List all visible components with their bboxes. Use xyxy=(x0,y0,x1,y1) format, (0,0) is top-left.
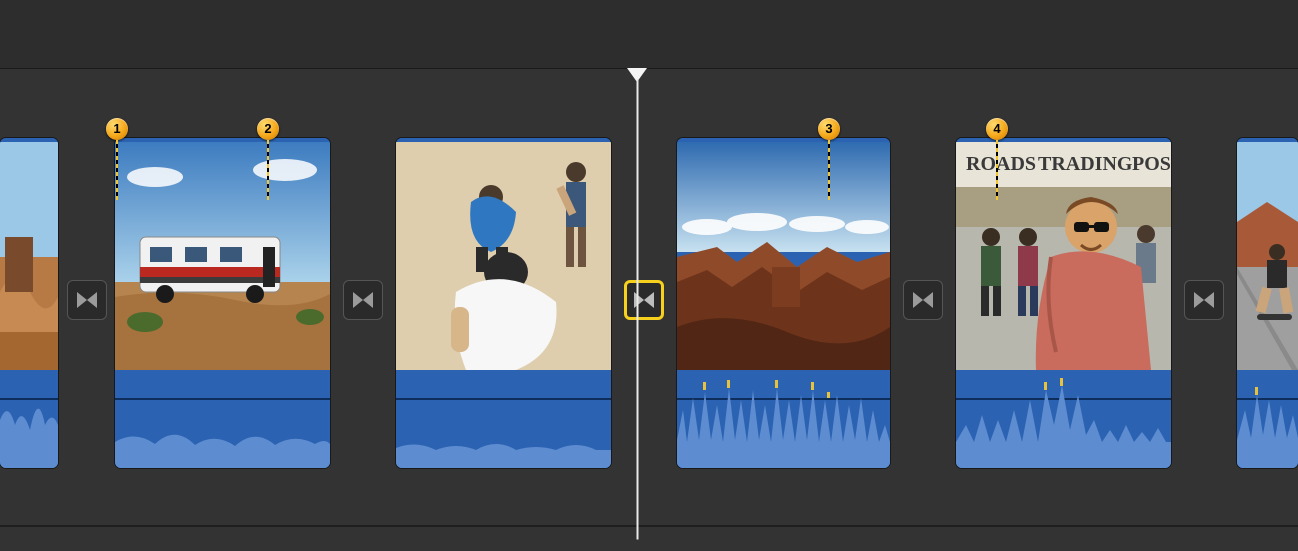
timeline-canvas: ROADS TRADING POST xyxy=(0,0,1298,551)
timeline-clip[interactable] xyxy=(396,138,611,468)
marker-stem xyxy=(116,140,118,200)
clip-audio-waveform[interactable] xyxy=(396,370,611,468)
clip-thumbnail xyxy=(1237,138,1298,370)
crossfade-icon xyxy=(632,288,656,312)
marker-stem xyxy=(267,140,269,200)
clip-thumbnail xyxy=(115,138,330,370)
marker-stem xyxy=(828,140,830,200)
chapter-marker[interactable]: 3 xyxy=(818,118,840,140)
timeline-clip[interactable] xyxy=(115,138,330,468)
clip-audio-waveform[interactable] xyxy=(0,370,58,468)
timeline-clip[interactable] xyxy=(677,138,890,468)
clip-audio-waveform[interactable] xyxy=(115,370,330,468)
chapter-marker[interactable]: 2 xyxy=(257,118,279,140)
marker-badge: 4 xyxy=(986,118,1008,140)
timeline-clip[interactable] xyxy=(0,138,58,468)
marker-stem xyxy=(996,140,998,200)
chapter-marker[interactable]: 1 xyxy=(106,118,128,140)
chapter-marker[interactable]: 4 xyxy=(986,118,1008,140)
clip-audio-waveform[interactable] xyxy=(1237,370,1298,468)
clip-audio-waveform[interactable] xyxy=(956,370,1171,468)
sign-text: ROADS xyxy=(966,153,1036,175)
marker-badge: 2 xyxy=(257,118,279,140)
marker-badge: 3 xyxy=(818,118,840,140)
transition-crossfade[interactable] xyxy=(343,280,383,320)
sign-text: TRADING xyxy=(1038,153,1133,175)
timeline-toolbar-area xyxy=(0,0,1298,69)
timeline-clip[interactable] xyxy=(1237,138,1298,468)
crossfade-icon xyxy=(75,288,99,312)
clip-thumbnail: ROADS TRADING POST xyxy=(956,138,1171,370)
clip-thumbnail xyxy=(677,138,890,370)
clip-audio-waveform[interactable] xyxy=(677,370,890,468)
transition-crossfade[interactable] xyxy=(903,280,943,320)
clip-thumbnail xyxy=(0,138,58,370)
timeline-baseline xyxy=(0,525,1298,527)
playhead-line[interactable] xyxy=(637,80,638,539)
sign-text: POST xyxy=(1132,153,1171,175)
marker-badge: 1 xyxy=(106,118,128,140)
transition-crossfade[interactable] xyxy=(67,280,107,320)
transition-crossfade[interactable] xyxy=(624,280,664,320)
crossfade-icon xyxy=(351,288,375,312)
transition-crossfade[interactable] xyxy=(1184,280,1224,320)
crossfade-icon xyxy=(911,288,935,312)
timeline-clip[interactable]: ROADS TRADING POST xyxy=(956,138,1171,468)
crossfade-icon xyxy=(1192,288,1216,312)
clip-thumbnail xyxy=(396,138,611,370)
